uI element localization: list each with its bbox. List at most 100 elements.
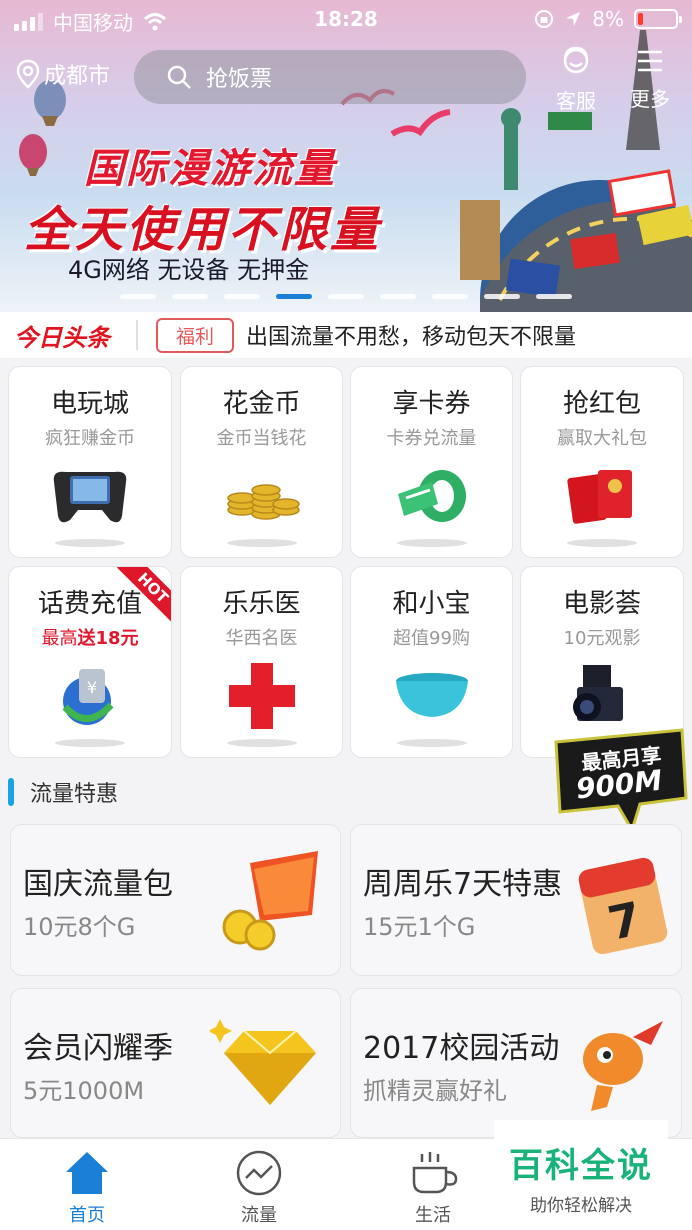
grid-item-subtitle: 10元观影 (563, 628, 641, 649)
grid-item-he-xiaobao[interactable]: 和小宝 超值99购 (350, 566, 513, 758)
welfare-tag: 福利 (156, 317, 235, 353)
carousel-dot[interactable] (484, 294, 520, 299)
app-home-page: 中国移动 18:28 8% 成都市 抢饭票 客服 更多 国际漫游流量 全天使用不… (0, 0, 692, 1230)
carousel-dot[interactable] (328, 294, 364, 299)
headset-icon (563, 46, 589, 74)
traffic-chart-icon (236, 1150, 282, 1196)
carousel-dot[interactable] (276, 294, 312, 299)
grid-item-lele-doctor[interactable]: 乐乐医 华西名医 (180, 566, 343, 758)
promo-banner[interactable]: 中国移动 18:28 8% 成都市 抢饭票 客服 更多 国际漫游流量 全天使用不… (0, 0, 692, 312)
offer-title: 周周乐7天特惠 (363, 867, 563, 902)
recharge-coin-icon: ¥ (9, 651, 171, 741)
subtitle-prefix: 最高 (41, 628, 78, 649)
subtitle-highlight: 送18元 (77, 628, 139, 649)
tab-label: 首页 (69, 1205, 105, 1226)
search-placeholder: 抢饭票 (206, 67, 273, 92)
offer-card-campus[interactable]: 2017校园活动 抓精灵赢好礼 (350, 988, 682, 1138)
headline-text: 出国流量不用愁，移动包天不限量 (246, 325, 577, 350)
carousel-dot[interactable] (120, 294, 156, 299)
grid-item-red-envelope[interactable]: 抢红包 赢取大礼包 (520, 366, 684, 558)
grid-item-title: 享卡券 (392, 389, 471, 419)
menu-icon (638, 50, 662, 72)
carousel-dot[interactable] (224, 294, 260, 299)
battery-percent: 8% (592, 7, 624, 31)
watermark-title: 百科全说 (509, 1146, 653, 1186)
svg-text:¥: ¥ (87, 678, 97, 697)
tab-life[interactable]: 生活 (378, 1145, 488, 1227)
grid-item-subtitle: 超值99购 (393, 628, 470, 649)
grid-item-game-city[interactable]: 电玩城 疯狂赚金币 (8, 366, 172, 558)
grid-item-title: 电影荟 (562, 589, 641, 619)
divider (136, 320, 138, 350)
section-accent-bar (8, 778, 14, 806)
section-title: 流量特惠 (30, 782, 119, 807)
location-arrow-icon (566, 12, 581, 26)
news-ticker[interactable]: 今日头条 福利 出国流量不用愁，移动包天不限量 (0, 312, 692, 358)
ticket-icon (351, 451, 512, 541)
section-header: 流量特惠 (8, 776, 118, 808)
bowl-icon (351, 651, 512, 741)
grid-item-subtitle: 赢取大礼包 (557, 428, 647, 449)
lantern-coins-icon (222, 851, 318, 951)
battery-icon (634, 9, 682, 29)
medical-cross-icon (181, 651, 342, 741)
carousel-dot[interactable] (380, 294, 416, 299)
coffee-cup-icon (412, 1152, 458, 1194)
headline-logo: 今日头条 (14, 323, 110, 352)
gold-coins-icon (181, 451, 342, 541)
map-pin-icon (16, 59, 40, 89)
grid-item-title: 电玩城 (50, 389, 129, 419)
carousel-dot[interactable] (536, 294, 572, 299)
offer-subtitle: 5元1000M (23, 1077, 145, 1105)
more-menu-button[interactable]: 更多 (620, 46, 680, 112)
grid-item-subtitle: 华西名医 (225, 628, 298, 649)
grid-item-title: 乐乐医 (222, 589, 301, 619)
status-bar: 中国移动 18:28 8% (0, 0, 692, 38)
gamepad-icon (9, 451, 171, 541)
offer-card-member[interactable]: 会员闪耀季 5元1000M (10, 988, 341, 1138)
grid-item-subtitle: 疯狂赚金币 (45, 428, 135, 449)
tab-traffic[interactable]: 流量 (204, 1145, 314, 1227)
offer-subtitle: 10元8个G (23, 913, 136, 941)
offer-subtitle: 抓精灵赢好礼 (363, 1077, 507, 1105)
grid-item-coupons[interactable]: 享卡券 卡券兑流量 (350, 366, 513, 558)
tab-label: 流量 (241, 1205, 277, 1226)
watermark-overlay: 百科全说 助你轻松解决 (494, 1120, 668, 1230)
search-bar[interactable]: 抢饭票 (134, 50, 526, 104)
grid-item-title: 抢红包 (562, 389, 641, 419)
grid-item-subtitle: 金币当钱花 (216, 428, 307, 449)
city-label: 成都市 (44, 64, 111, 89)
grid-item-title: 花金币 (222, 389, 301, 419)
offer-card-weekly[interactable]: 周周乐7天特惠 15元1个G 7 (350, 824, 682, 976)
offer-card-national-day[interactable]: 国庆流量包 10元8个G (10, 824, 341, 976)
carousel-dot[interactable] (432, 294, 468, 299)
grid-item-subtitle: 最高送18元 (9, 624, 171, 650)
red-envelope-icon (521, 451, 683, 541)
customer-service-button[interactable]: 客服 (546, 46, 606, 114)
offer-title: 国庆流量包 (23, 867, 173, 902)
watermark-subtitle: 助你轻松解决 (530, 1196, 632, 1216)
more-label: 更多 (630, 87, 670, 111)
offer-title: 会员闪耀季 (23, 1031, 173, 1066)
tab-home[interactable]: 首页 (32, 1145, 142, 1227)
grid-item-spend-coins[interactable]: 花金币 金币当钱花 (180, 366, 343, 558)
search-icon (167, 65, 191, 89)
grid-item-title: 和小宝 (392, 589, 471, 619)
tab-label: 生活 (415, 1205, 451, 1226)
calendar-icon: 7 (578, 857, 668, 955)
promo-900m-badge[interactable]: 最高月享 900M (548, 728, 690, 832)
carousel-indicator[interactable] (120, 294, 572, 299)
customer-service-label: 客服 (556, 89, 596, 113)
carousel-dot[interactable] (172, 294, 208, 299)
rotation-lock-icon (535, 10, 554, 28)
diamond-icon (210, 1019, 316, 1105)
hot-air-balloon-icon (19, 80, 66, 176)
home-icon (66, 1152, 108, 1194)
city-selector[interactable]: 成都市 (16, 58, 110, 90)
offer-title: 2017校园活动 (363, 1031, 560, 1066)
grid-item-phone-recharge[interactable]: HOT 话费充值 最高送18元 ¥ (8, 566, 172, 758)
banner-subtitle: 4G网络 无设备 无押金 (68, 256, 310, 284)
offer-subtitle: 15元1个G (363, 913, 476, 941)
grid-item-subtitle: 卡券兑流量 (386, 428, 477, 449)
banner-title: 国际漫游流量 (84, 146, 336, 192)
